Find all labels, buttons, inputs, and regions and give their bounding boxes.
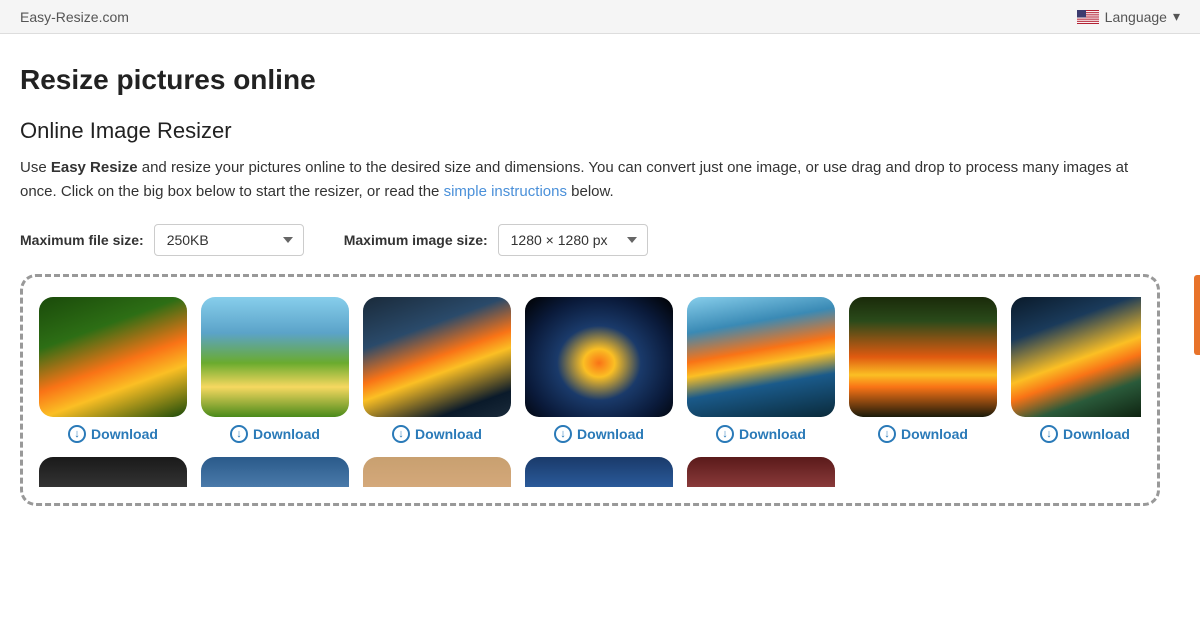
- image-size-group: Maximum image size: 320 × 320 px 640 × 6…: [344, 224, 648, 256]
- download-button-7[interactable]: Download: [1040, 425, 1130, 443]
- download-button-3[interactable]: Download: [392, 425, 482, 443]
- image-thumbnail: [201, 297, 349, 417]
- download-icon-2: [230, 425, 248, 443]
- page-title: Resize pictures online: [20, 64, 1160, 96]
- instructions-link[interactable]: simple instructions: [444, 183, 567, 200]
- download-label-6: Download: [901, 426, 968, 442]
- file-size-label: Maximum file size:: [20, 232, 144, 248]
- download-icon-5: [716, 425, 734, 443]
- download-label-7: Download: [1063, 426, 1130, 442]
- download-label-4: Download: [577, 426, 644, 442]
- partial-thumb-2: [201, 457, 349, 487]
- language-selector[interactable]: Language ▾: [1077, 8, 1180, 25]
- partial-thumb-4: [525, 457, 673, 487]
- image-thumbnail: [363, 297, 511, 417]
- download-button-1[interactable]: Download: [68, 425, 158, 443]
- image-size-label: Maximum image size:: [344, 232, 488, 248]
- download-label-2: Download: [253, 426, 320, 442]
- image-item: Download: [525, 297, 673, 443]
- desc-part1: Use: [20, 159, 51, 176]
- image-thumbnail: [687, 297, 835, 417]
- accent-bar: [1194, 275, 1200, 355]
- image-item: Download: [849, 297, 997, 443]
- partial-thumb-5: [687, 457, 835, 487]
- partial-thumb-1: [39, 457, 187, 487]
- download-icon-4: [554, 425, 572, 443]
- image-thumbnail: [1011, 297, 1141, 417]
- image-size-select[interactable]: 320 × 320 px 640 × 640 px 800 × 800 px 1…: [498, 224, 648, 256]
- download-label-1: Download: [91, 426, 158, 442]
- site-logo: Easy-Resize.com: [20, 9, 129, 25]
- controls-row: Maximum file size: 50KB 100KB 200KB 250K…: [20, 224, 1160, 256]
- section-title: Online Image Resizer: [20, 118, 1160, 144]
- download-label-5: Download: [739, 426, 806, 442]
- download-button-5[interactable]: Download: [716, 425, 806, 443]
- partial-thumb-3: [363, 457, 511, 487]
- image-thumbnail: [525, 297, 673, 417]
- drop-zone[interactable]: Download Download Download: [20, 274, 1160, 506]
- download-button-6[interactable]: Download: [878, 425, 968, 443]
- image-item: Download: [687, 297, 835, 443]
- site-header: Easy-Resize.com Language ▾: [0, 0, 1200, 34]
- download-button-4[interactable]: Download: [554, 425, 644, 443]
- image-item: Download: [201, 297, 349, 443]
- download-icon-7: [1040, 425, 1058, 443]
- image-grid: Download Download Download: [39, 297, 1141, 443]
- image-item: Download: [1011, 297, 1141, 443]
- download-icon-3: [392, 425, 410, 443]
- image-grid-partial: [39, 457, 1141, 487]
- brand-name: Easy Resize: [51, 159, 138, 176]
- file-size-select[interactable]: 50KB 100KB 200KB 250KB 500KB 1MB 2MB 5MB: [154, 224, 304, 256]
- language-label: Language: [1105, 9, 1167, 25]
- download-icon-6: [878, 425, 896, 443]
- image-thumbnail: [39, 297, 187, 417]
- main-content: Resize pictures online Online Image Resi…: [0, 34, 1180, 526]
- flag-icon: [1077, 10, 1099, 24]
- image-item: Download: [39, 297, 187, 443]
- download-button-2[interactable]: Download: [230, 425, 320, 443]
- image-thumbnail: [849, 297, 997, 417]
- image-item: Download: [363, 297, 511, 443]
- download-icon-1: [68, 425, 86, 443]
- desc-part3: below.: [571, 183, 614, 200]
- description-text: Use Easy Resize and resize your pictures…: [20, 156, 1160, 204]
- language-chevron-icon: ▾: [1173, 8, 1180, 25]
- download-label-3: Download: [415, 426, 482, 442]
- file-size-group: Maximum file size: 50KB 100KB 200KB 250K…: [20, 224, 304, 256]
